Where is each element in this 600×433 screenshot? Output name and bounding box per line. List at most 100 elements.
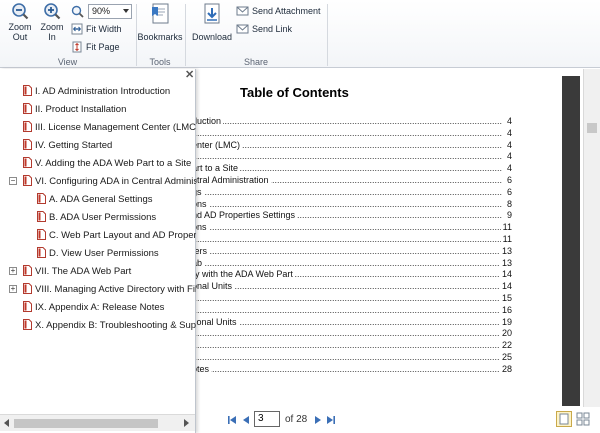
bookmark-item[interactable]: X. Appendix B: Troubleshooting & Support: [0, 317, 196, 333]
toc-leader-dots: ........................................…: [192, 293, 502, 303]
toc-entry[interactable]: ........................................…: [192, 352, 512, 363]
send-attachment-label: Send Attachment: [252, 6, 321, 16]
bookmark-label: III. License Management Center (LMC): [35, 122, 196, 133]
next-page-icon[interactable]: [313, 415, 323, 425]
toc-entry[interactable]: ........................................…: [192, 245, 512, 257]
multi-page-view-icon[interactable]: [575, 411, 591, 427]
bookmark-item[interactable]: + VIII. Managing Active Directory with Fi…: [0, 281, 196, 297]
scroll-right-icon[interactable]: [184, 419, 189, 427]
toc-entry-page: 11: [500, 234, 512, 244]
close-icon[interactable]: ✕: [185, 70, 194, 81]
previous-page-icon[interactable]: [241, 415, 251, 425]
toc-entry[interactable]: ........................................…: [192, 127, 512, 139]
toc-entry[interactable]: ........................................…: [192, 116, 512, 127]
toc-entry[interactable]: ........................................…: [192, 234, 512, 245]
document-vertical-scrollbar[interactable]: [583, 69, 600, 407]
scrollbar-thumb[interactable]: [587, 123, 597, 133]
bookmarks-label: Bookmarks: [137, 32, 183, 42]
toc-entry[interactable]: ........................................…: [192, 175, 512, 186]
magnifier-icon: [71, 5, 84, 18]
toc-leader-dots: ........................................…: [192, 151, 502, 162]
bookmark-label: IV. Getting Started: [35, 140, 113, 151]
toc-entry[interactable]: ........................................…: [192, 281, 512, 292]
toc-entry-page: 13: [499, 245, 512, 256]
pdf-page-icon: [23, 319, 32, 330]
toc-entry[interactable]: ........................................…: [192, 316, 512, 328]
toc-entry[interactable]: ........................................…: [192, 151, 512, 162]
toc-leader-dots: ........................................…: [192, 116, 502, 126]
download-button[interactable]: Download: [190, 2, 234, 42]
bookmark-item[interactable]: A. ADA General Settings: [0, 191, 196, 207]
download-icon: [204, 3, 220, 24]
first-page-icon[interactable]: [227, 415, 237, 425]
toc-leader-dots: ........................................…: [192, 222, 502, 233]
toc-entry-page: 22: [499, 340, 512, 351]
send-link-button[interactable]: Send Link: [236, 23, 292, 35]
toc-entry[interactable]: ........................................…: [192, 163, 512, 174]
last-page-icon[interactable]: [326, 415, 336, 425]
page-navigation-bar: 3 of 28: [195, 407, 600, 433]
toc-entry-page: 4: [504, 127, 512, 138]
toc-entry-page: 4: [504, 116, 512, 126]
toc-entry[interactable]: ........................................…: [192, 222, 512, 233]
bookmarks-icon: [152, 3, 169, 24]
toc-entry[interactable]: ........................................…: [192, 186, 512, 198]
single-page-view-icon[interactable]: [556, 411, 572, 427]
toc-entry-text: onal Units: [192, 281, 235, 292]
fit-width-icon: [71, 23, 83, 35]
scroll-left-icon[interactable]: [4, 419, 9, 427]
fit-page-button[interactable]: Fit Page: [71, 41, 120, 53]
bookmark-item[interactable]: + VII. The ADA Web Part: [0, 263, 196, 279]
bookmark-item[interactable]: IX. Appendix A: Release Notes: [0, 299, 196, 315]
bookmark-item[interactable]: IV. Getting Started: [0, 137, 196, 153]
pdf-page-icon: [37, 229, 46, 240]
bookmark-item[interactable]: − VI. Configuring ADA in Central Administ…: [0, 173, 196, 189]
bookmark-label: VI. Configuring ADA in Central Administr…: [35, 176, 196, 187]
zoom-out-icon: [12, 3, 29, 20]
zoom-out-button[interactable]: Zoom Out: [5, 2, 35, 42]
collapse-icon[interactable]: −: [9, 177, 17, 185]
toc-entry[interactable]: ........................................…: [192, 363, 512, 375]
expand-icon[interactable]: +: [9, 285, 17, 293]
bookmark-item[interactable]: V. Adding the ADA Web Part to a Site: [0, 155, 196, 171]
toc-entry[interactable]: ........................................…: [192, 269, 512, 280]
toc-entry-page: 8: [504, 198, 512, 209]
bookmark-item[interactable]: D. View User Permissions: [0, 245, 196, 261]
bookmark-item[interactable]: C. Web Part Layout and AD Properties Set…: [0, 227, 196, 243]
ribbon-separator: [327, 4, 328, 66]
send-attachment-button[interactable]: Send Attachment: [236, 5, 321, 17]
bookmark-item[interactable]: I. AD Administration Introduction: [0, 83, 196, 99]
bookmark-item[interactable]: B. ADA User Permissions: [0, 209, 196, 225]
toc-entry[interactable]: ........................................…: [192, 139, 512, 151]
bookmarks-horizontal-scrollbar[interactable]: [0, 414, 195, 431]
zoom-level-select[interactable]: 90%: [88, 4, 132, 19]
pdf-page-icon: [23, 175, 32, 186]
toc-entry[interactable]: ........................................…: [192, 293, 512, 304]
bookmark-item[interactable]: III. License Management Center (LMC): [0, 119, 196, 135]
share-group-label: Share: [243, 57, 269, 67]
toc-entry[interactable]: ........................................…: [192, 257, 512, 269]
toc-entry[interactable]: ........................................…: [192, 328, 512, 339]
toc-leader-dots: ........................................…: [192, 198, 502, 209]
toc-entry[interactable]: ........................................…: [192, 340, 512, 351]
share-group: Download Send Attachment Send Link Share: [186, 0, 326, 68]
toc-entry[interactable]: ........................................…: [192, 210, 512, 221]
pdf-page-icon: [37, 247, 46, 258]
envelope-attachment-icon: [236, 6, 249, 16]
expand-icon[interactable]: +: [9, 267, 17, 275]
toc-entry-page: 11: [500, 222, 512, 233]
toc-entry[interactable]: ........................................…: [192, 304, 512, 316]
bookmark-label: VIII. Managing Active Directory with Fil…: [35, 284, 196, 295]
bookmark-item[interactable]: II. Product Installation: [0, 101, 196, 117]
scrollbar-thumb[interactable]: [14, 419, 158, 428]
fit-width-label: Fit Width: [86, 24, 122, 34]
toc-entry[interactable]: ........................................…: [192, 198, 512, 210]
toc-entry-page: 14: [499, 281, 512, 292]
toc-entry-page: 15: [499, 293, 512, 303]
toc-title: Table of Contents: [240, 85, 349, 100]
page-number-input[interactable]: 3: [254, 411, 280, 427]
bookmarks-button[interactable]: Bookmarks: [137, 2, 183, 42]
fit-width-button[interactable]: Fit Width: [71, 23, 122, 35]
pdf-page-icon: [23, 121, 32, 132]
zoom-in-button[interactable]: Zoom In: [38, 2, 66, 42]
